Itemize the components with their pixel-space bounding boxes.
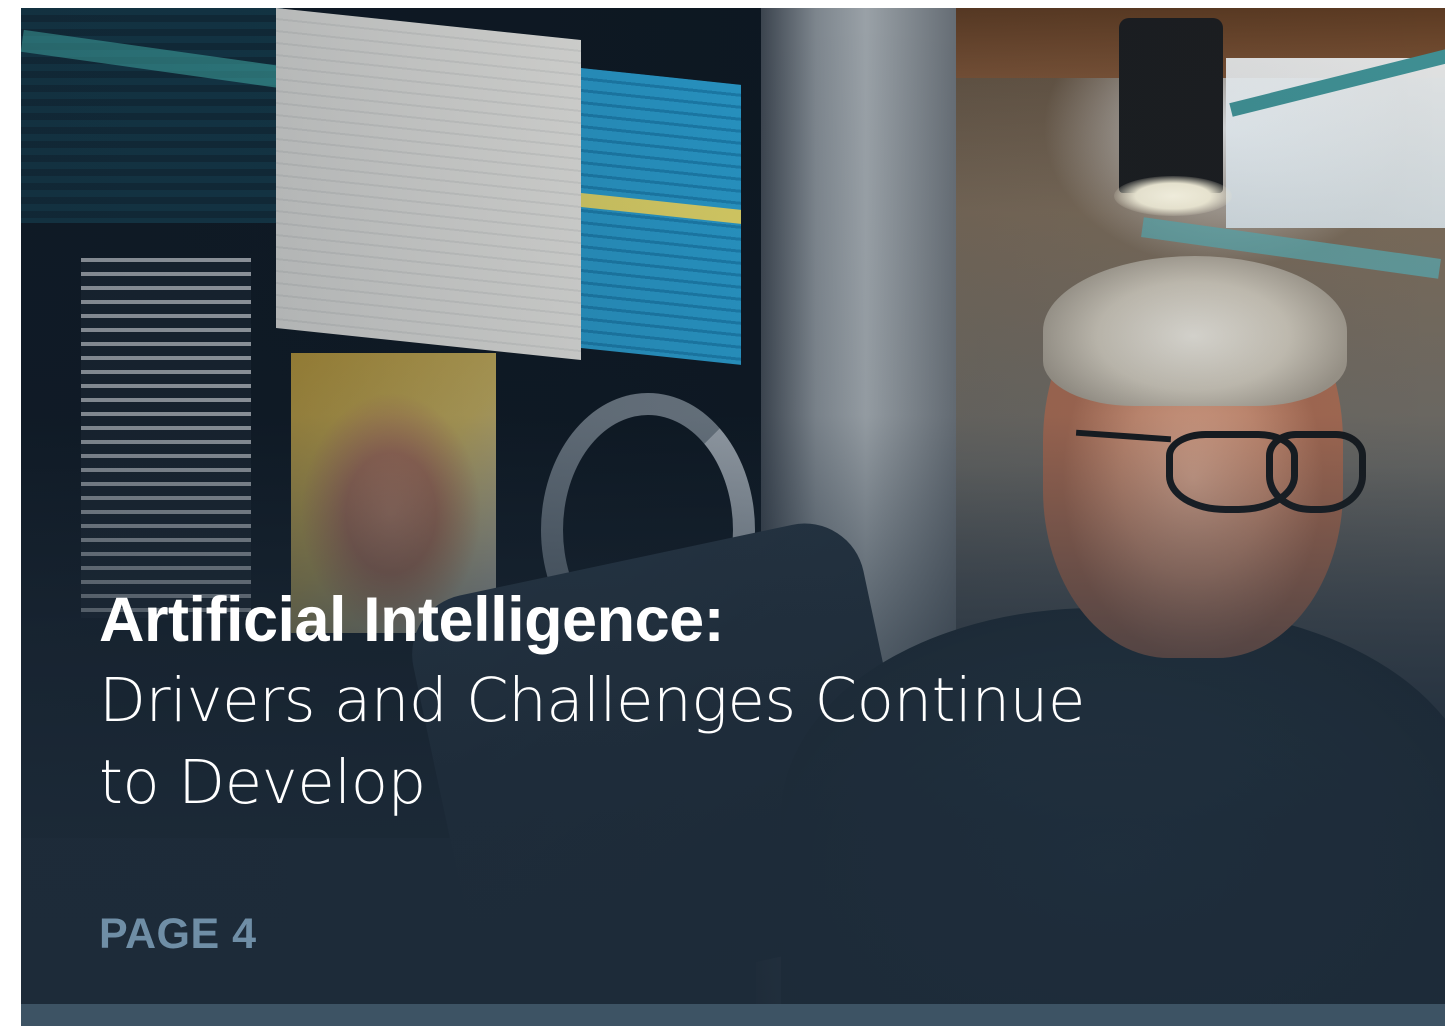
title-bold: Artificial Intelligence: [99, 585, 725, 655]
dark-gradient-overlay [21, 8, 1445, 1026]
cover-card: Artificial Intelligence: Drivers and Cha… [21, 8, 1445, 1026]
cover-title: Artificial Intelligence: Drivers and Cha… [99, 580, 1149, 824]
title-subtitle: Drivers and Challenges Continue to Devel… [99, 665, 1085, 818]
footer-bar [21, 1004, 1445, 1026]
page-label: PAGE 4 [99, 910, 257, 958]
